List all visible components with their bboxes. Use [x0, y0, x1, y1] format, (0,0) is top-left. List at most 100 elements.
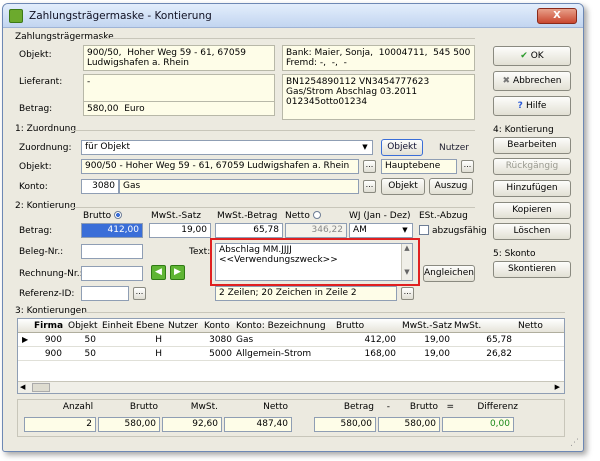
netto-header-text: Netto: [285, 211, 310, 221]
objekt-browse-button[interactable]: ...: [363, 160, 376, 173]
col-mwst-satz[interactable]: MwSt.-Satz: [402, 321, 452, 331]
abzug-checkbox[interactable]: [419, 225, 429, 235]
skontieren-button[interactable]: Skontieren: [493, 261, 571, 278]
zm-info-value: BN1254890112 VN3454777623 Gas/Strom Absc…: [282, 74, 475, 120]
cell-mwst: 65,78: [486, 335, 512, 345]
close-button[interactable]: X: [537, 8, 577, 24]
col-nutzer[interactable]: Nutzer: [168, 321, 198, 331]
brutto-radio[interactable]: [114, 211, 123, 219]
kontierung-actions-title: 4: Kontierung: [493, 125, 554, 135]
table-row[interactable]: ▶ 900 50 H 3080 Gas 412,00 19,00 65,78: [18, 334, 564, 347]
sum-anzahl: 2: [24, 417, 96, 432]
zm-betrag-label: Betrag:: [19, 104, 53, 114]
mwst-satz-input[interactable]: 19,00: [149, 223, 211, 238]
col-objekt[interactable]: Objekt: [68, 321, 98, 331]
zuordnung-group-line: [71, 130, 475, 131]
grid-header: Firma Objekt Einheit Ebene Nutzer Konto …: [18, 319, 564, 333]
mwst-betrag-input[interactable]: 65,78: [215, 223, 283, 238]
zuordnung-select[interactable]: für Objekt ▼: [81, 140, 373, 155]
scroll-thumb[interactable]: [32, 383, 50, 392]
col-ebene[interactable]: Ebene: [136, 321, 164, 331]
zuordnung-select-value: für Objekt: [85, 142, 131, 152]
hilfe-button-label: Hilfe: [525, 101, 547, 111]
konto-number-field[interactable]: 3080: [81, 179, 119, 194]
bearbeiten-button[interactable]: Bearbeiten: [493, 137, 571, 154]
scroll-left-icon[interactable]: ◀: [20, 383, 25, 391]
kontierung-group-title: 2: Kontierung: [15, 201, 76, 211]
loeschen-button[interactable]: Löschen: [493, 223, 571, 240]
resize-grip-icon[interactable]: ⋰: [570, 438, 579, 448]
col-firma[interactable]: Firma: [34, 321, 63, 331]
auszug-button[interactable]: Auszug: [429, 178, 473, 195]
zm-betrag-value: 580,00 Euro: [83, 101, 275, 116]
objekt-field[interactable]: 900/50 - Hoher Weg 59 - 61, 67059 Ludwig…: [81, 159, 359, 174]
kontierungen-grid[interactable]: Firma Objekt Einheit Ebene Nutzer Konto …: [17, 318, 565, 394]
kopieren-button[interactable]: Kopieren: [493, 202, 571, 219]
chevron-down-icon: ▼: [362, 143, 368, 151]
kontierungen-group-title: 3: Kontierungen: [15, 306, 87, 316]
sum-brutto2: 580,00: [378, 417, 440, 432]
skonto-title: 5: Skonto: [493, 249, 536, 259]
tab-nutzer[interactable]: Nutzer: [439, 143, 469, 153]
referenz-browse-button[interactable]: ...: [133, 287, 146, 300]
scroll-right-icon[interactable]: ▶: [555, 383, 560, 391]
zuordnung-label: Zuordnung:: [19, 143, 72, 153]
sum-brutto: 580,00: [98, 417, 160, 432]
col-brutto[interactable]: Brutto: [336, 321, 364, 331]
sum-betrag: 580,00: [314, 417, 376, 432]
konto-browse-button[interactable]: ...: [363, 180, 376, 193]
sum-diff-header: Differenz: [477, 402, 518, 412]
brutto-input[interactable]: 412,00: [81, 223, 143, 238]
ebene-field[interactable]: Hauptebene: [381, 159, 457, 174]
text-browse-button[interactable]: ...: [401, 287, 414, 300]
netto-header: Netto: [285, 211, 321, 221]
ok-button[interactable]: ✔ OK: [493, 46, 571, 66]
row-pointer-icon: ▶: [22, 335, 29, 344]
arrow-left-icon[interactable]: ◀: [151, 265, 166, 280]
col-bezeichnung[interactable]: Konto: Bezeichnung: [236, 321, 326, 331]
zeilen-info: 2 Zeilen; 20 Zeichen in Zeile 2: [215, 286, 397, 301]
brutto-header: Brutto: [83, 211, 123, 221]
cell-objekt: 50: [84, 349, 96, 359]
sum-mwst-header: MwSt.: [190, 402, 218, 412]
wj-select[interactable]: AM ▼: [349, 223, 413, 238]
rueckgaengig-button[interactable]: Rückgängig: [493, 158, 571, 175]
abzug-label: abzugsfähig: [432, 226, 487, 236]
zm-objekt-label: Objekt:: [19, 50, 52, 60]
cell-mwst: 26,82: [486, 349, 512, 359]
netto-input[interactable]: 346,22: [285, 223, 347, 238]
mwst-betrag-header: MwSt.-Betrag: [217, 211, 278, 221]
horizontal-scrollbar[interactable]: ◀ ▶: [18, 381, 564, 393]
ebene-browse-button[interactable]: ...: [461, 160, 474, 173]
beleg-input[interactable]: [81, 244, 143, 259]
hilfe-button[interactable]: ? Hilfe: [493, 96, 571, 116]
objekt-button[interactable]: Objekt: [381, 178, 425, 195]
abbrechen-button[interactable]: ✖ Abbrechen: [493, 71, 571, 91]
col-einheit[interactable]: Einheit: [102, 321, 133, 331]
cell-brutto: 168,00: [364, 349, 397, 359]
col-mwst[interactable]: MwSt.: [454, 321, 481, 331]
cell-objekt: 50: [84, 335, 96, 345]
window-title: Zahlungsträgermaske - Kontierung: [29, 10, 212, 22]
zm-lieferant-label: Lieferant:: [19, 77, 63, 87]
konto-name-field[interactable]: Gas: [119, 179, 359, 194]
angleichen-button[interactable]: Angleichen: [423, 265, 475, 282]
cell-konto: 5000: [209, 349, 232, 359]
col-konto[interactable]: Konto: [204, 321, 230, 331]
cell-ebene: H: [155, 335, 162, 345]
betrag-label: Betrag:: [19, 226, 53, 236]
rechnung-label: Rechnung-Nr.:: [19, 269, 83, 279]
col-netto[interactable]: Netto: [518, 321, 543, 331]
cell-ebene: H: [155, 349, 162, 359]
tab-objekt[interactable]: Objekt: [381, 139, 423, 156]
referenz-input[interactable]: [81, 286, 129, 301]
beleg-label: Beleg-Nr.:: [19, 247, 64, 257]
rechnung-input[interactable]: [81, 266, 143, 281]
arrow-right-icon[interactable]: ▶: [170, 265, 185, 280]
text-label: Text:: [189, 247, 211, 257]
table-row[interactable]: 900 50 H 5000 Allgemein-Strom 168,00 19,…: [18, 348, 564, 361]
cell-bezeichnung: Gas: [236, 335, 254, 345]
hinzufuegen-button[interactable]: Hinzufügen: [493, 180, 571, 197]
cell-mwst-satz: 19,00: [424, 349, 450, 359]
netto-radio[interactable]: [312, 211, 321, 219]
